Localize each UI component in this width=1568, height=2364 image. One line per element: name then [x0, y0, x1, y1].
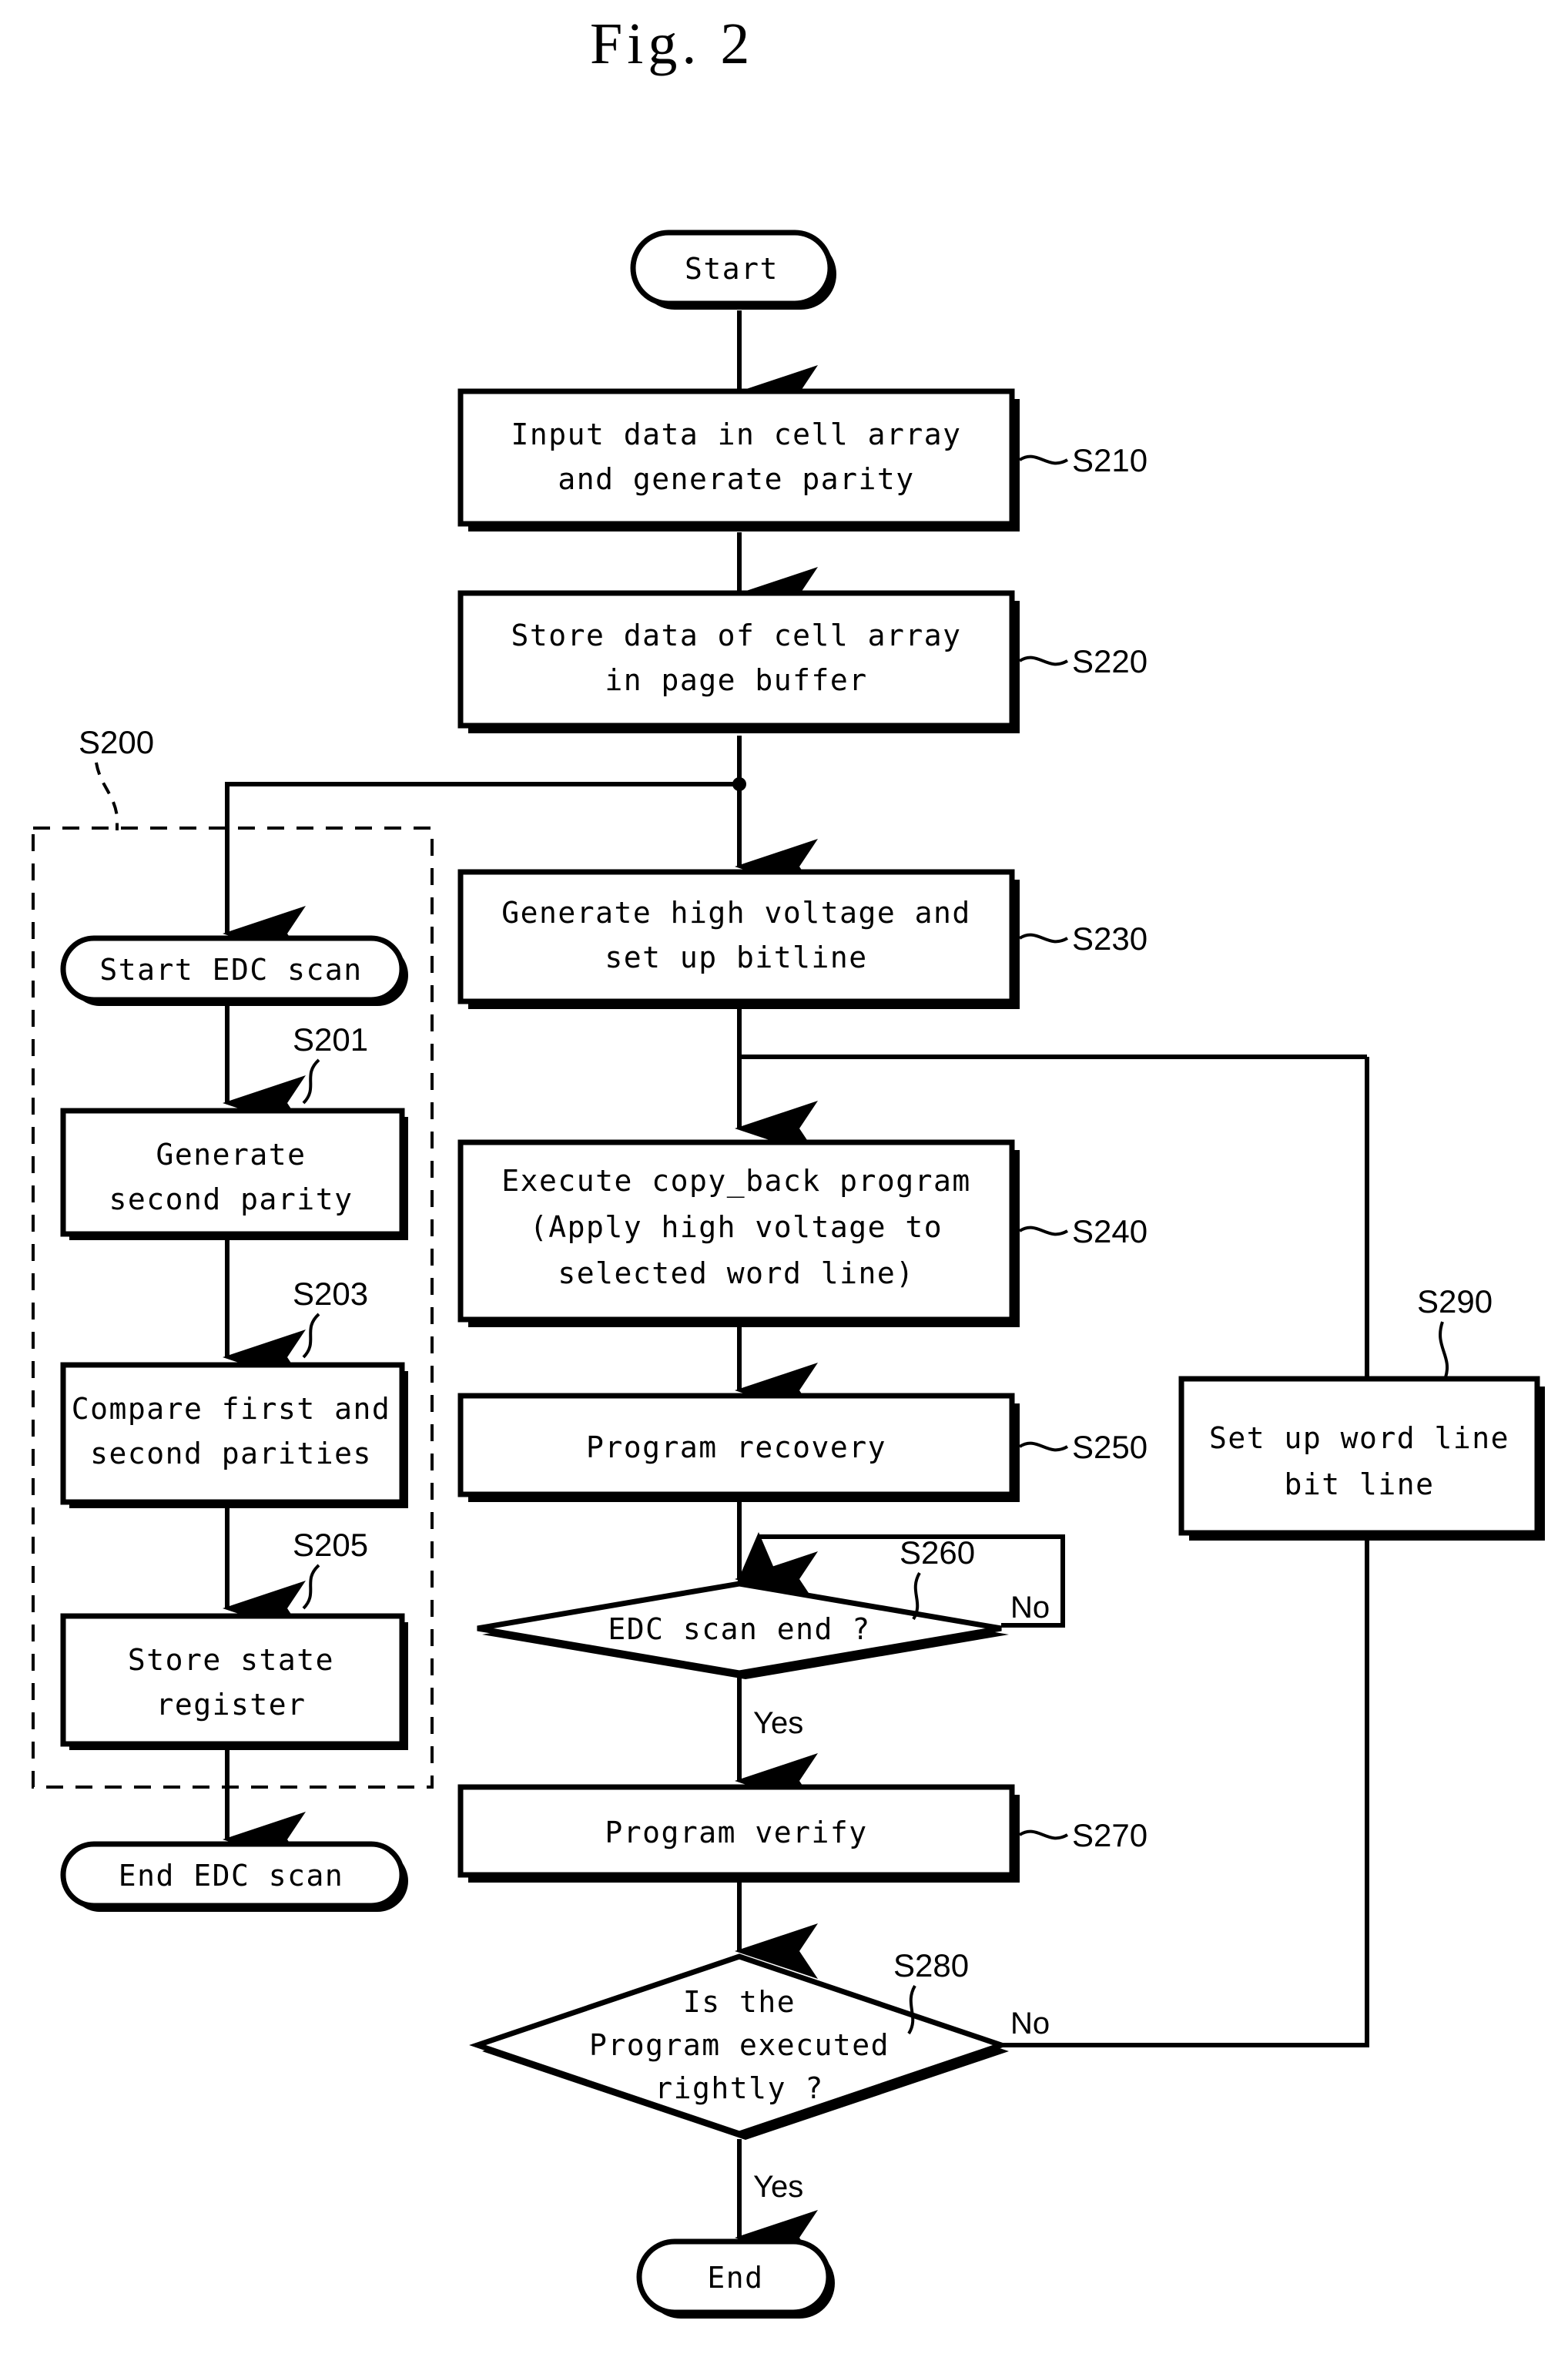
s280-no-label: No [1010, 2007, 1050, 2040]
s270-ref-label: S270 [1072, 1817, 1148, 1853]
s230-ref-label: S230 [1072, 920, 1148, 957]
s240-line1: Execute copy_back program [501, 1164, 970, 1199]
s290-line1: Set up word line [1209, 1421, 1509, 1455]
s240-line2: (Apply high voltage to [530, 1210, 943, 1244]
s290-leader-line [1439, 1321, 1449, 1378]
s280-yes-label: Yes [753, 2170, 803, 2204]
s220-line2: in page buffer [605, 663, 867, 697]
s201-leader-line [302, 1058, 320, 1105]
s290-line2: bit line [1284, 1467, 1434, 1501]
s220-ref-label: S220 [1072, 643, 1148, 679]
start-node-label: Start [685, 252, 779, 286]
s201-ref-label: S201 [293, 1021, 368, 1058]
s203-line1: Compare first and [72, 1392, 390, 1426]
flowchart-canvas: Fig. 2 S200 Start Input data in cell arr… [32, 12, 1545, 2319]
edc-end-label: End EDC scan [119, 1859, 344, 1893]
s270-line1: Program verify [605, 1816, 867, 1849]
s280-ref-label: S280 [893, 1947, 969, 1983]
s205-ref-label: S205 [293, 1527, 368, 1563]
s250-ref-label: S250 [1072, 1429, 1148, 1465]
s201-line2: second parity [109, 1182, 353, 1216]
figure-title: Fig. 2 [590, 12, 754, 76]
s260-line1: EDC scan end ? [608, 1612, 870, 1646]
s205-line2: register [156, 1688, 306, 1722]
s230-leader-line [1018, 933, 1068, 944]
s210-line1: Input data in cell array [511, 417, 961, 451]
s240-line3: selected word line) [558, 1256, 914, 1290]
s280-line2: Program executed [589, 2028, 890, 2062]
s280-line1: Is the [683, 1985, 796, 2019]
s220-line1: Store data of cell array [511, 619, 961, 652]
s203-line2: second parities [90, 1437, 372, 1470]
s290-ref-label: S290 [1417, 1283, 1493, 1319]
s260-yes-label: Yes [753, 1706, 803, 1740]
s210-node[interactable] [457, 388, 1015, 527]
s210-line2: and generate parity [558, 462, 914, 496]
s240-leader-line [1018, 1226, 1068, 1236]
s205-leader-line [302, 1564, 320, 1610]
figure-root: Fig. 2 S200 Start Input data in cell arr… [0, 0, 1568, 2364]
s203-ref-label: S203 [293, 1276, 368, 1312]
conn-s280-no-right-rail [1001, 1057, 1369, 2047]
s250-line1: Program recovery [586, 1430, 886, 1464]
s240-ref-label: S240 [1072, 1213, 1148, 1249]
s205-node[interactable] [60, 1613, 405, 1747]
s230-line1: Generate high voltage and [501, 896, 970, 930]
s210-leader-line [1018, 454, 1068, 465]
end-node-label: End [707, 2261, 763, 2295]
s260-ref-label: S260 [900, 1534, 975, 1571]
s203-node[interactable] [60, 1362, 405, 1505]
s210-ref-label: S210 [1072, 442, 1148, 478]
s250-leader-line [1018, 1441, 1068, 1452]
s260-no-label: No [1010, 1591, 1050, 1625]
s205-line1: Store state [128, 1643, 334, 1677]
s200-leader-line [95, 762, 119, 830]
s280-line3: rightly ? [655, 2071, 823, 2105]
s203-leader-line [302, 1313, 320, 1359]
edc-start-label: Start EDC scan [99, 953, 362, 987]
s201-line1: Generate [156, 1138, 306, 1172]
s230-node[interactable] [457, 869, 1015, 1004]
s270-leader-line [1018, 1829, 1068, 1840]
s230-line2: set up bitline [605, 941, 867, 974]
s290-node[interactable] [1178, 1376, 1540, 1536]
s220-node[interactable] [457, 590, 1015, 729]
s200-ref-label: S200 [79, 724, 154, 760]
s220-leader-line [1018, 656, 1068, 666]
